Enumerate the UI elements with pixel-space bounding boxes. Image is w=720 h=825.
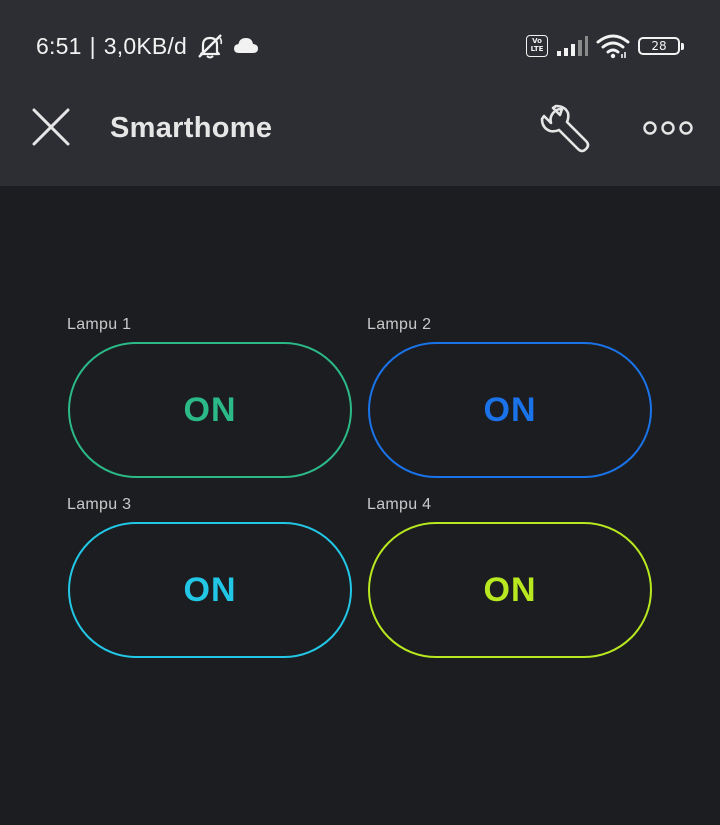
status-right: Vo LTE 28 xyxy=(526,30,684,62)
toggle-lampu-4[interactable]: ON xyxy=(368,522,652,658)
wrench-icon xyxy=(540,104,590,153)
status-bar: 6:51 | 3,0KB/d Vo LTE 28 xyxy=(0,0,720,90)
status-data-rate: 3,0KB/d xyxy=(103,32,188,59)
switch-state-text: ON xyxy=(183,390,237,429)
signal-icon xyxy=(557,36,588,56)
more-icon xyxy=(643,121,693,135)
settings-button[interactable] xyxy=(538,102,594,158)
toggle-lampu-2[interactable]: ON xyxy=(368,342,652,478)
battery-tip xyxy=(681,43,684,50)
status-time: 6:51 xyxy=(36,32,82,59)
volte-icon: Vo LTE xyxy=(526,35,548,57)
status-separator: | xyxy=(89,32,96,59)
bell-off-icon xyxy=(198,34,223,59)
switch-label-lampu-2: Lampu 2 xyxy=(367,316,432,333)
toggle-lampu-3[interactable]: ON xyxy=(68,522,352,658)
more-options-button[interactable] xyxy=(640,110,696,146)
battery-icon: 28 xyxy=(638,37,684,55)
switch-state-text: ON xyxy=(483,570,537,609)
page-title: Smarthome xyxy=(110,112,273,144)
top-bar: 6:51 | 3,0KB/d Vo LTE 28 Smarthome xyxy=(0,0,720,186)
toggle-lampu-1[interactable]: ON xyxy=(68,342,352,478)
cloud-icon xyxy=(234,38,259,53)
app-header: Smarthome xyxy=(0,90,720,170)
switch-label-lampu-3: Lampu 3 xyxy=(67,496,132,513)
battery-level: 28 xyxy=(651,39,667,53)
status-left: 6:51 | 3,0KB/d xyxy=(36,30,259,62)
close-button[interactable] xyxy=(26,102,76,152)
switch-label-lampu-1: Lampu 1 xyxy=(67,316,132,333)
switch-state-text: ON xyxy=(183,570,237,609)
switch-state-text: ON xyxy=(483,390,537,429)
wifi-icon xyxy=(596,34,630,59)
close-icon xyxy=(32,108,70,146)
switch-label-lampu-4: Lampu 4 xyxy=(367,496,432,513)
